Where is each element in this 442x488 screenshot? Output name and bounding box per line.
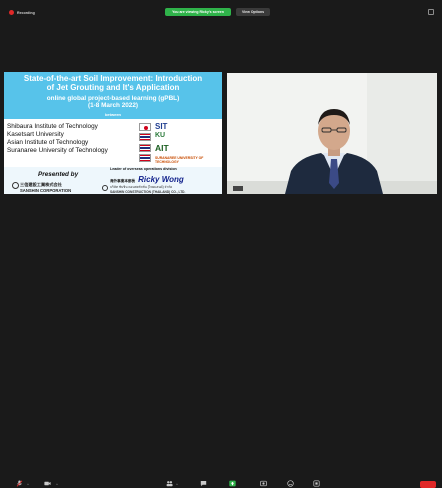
leader-title: Leader of overseas operations division — [110, 167, 177, 171]
participants-caret-icon[interactable]: ^ — [176, 482, 178, 487]
chat-icon[interactable] — [200, 480, 207, 487]
slide-subtitle-line-1: online global project-based learning (gP… — [46, 95, 180, 102]
recording-label: Recording — [17, 10, 35, 15]
thailand-flag-icon — [139, 133, 151, 141]
presenter-silhouette — [285, 109, 383, 194]
slide-subtitle: online global project-based learning (gP… — [4, 95, 222, 109]
sanshin-thailand-logo-icon — [102, 185, 108, 191]
reactions-icon[interactable] — [287, 480, 294, 487]
university-kasetsart: Kasetsart University — [7, 131, 64, 138]
microphone-icon[interactable] — [16, 480, 23, 487]
video-name-tag-icon — [233, 186, 243, 191]
record-dot-icon — [9, 10, 14, 15]
share-screen-icon[interactable] — [229, 480, 236, 487]
ait-logo: AIT — [155, 143, 169, 153]
fullscreen-icon[interactable] — [428, 9, 434, 15]
viewing-screen-banner: You are viewing Ricky's screen — [165, 8, 231, 16]
sut-logo: SURANAREE UNIVERSITY OF TECHNOLOGY — [155, 156, 204, 164]
presented-by-label: Presented by — [38, 171, 79, 178]
japan-flag-icon — [139, 123, 151, 131]
university-shibaura: Shibaura Institute of Technology — [7, 123, 98, 130]
shared-slide: State-of-the-art Soil Improvement: Intro… — [4, 72, 222, 194]
between-label: between — [104, 112, 121, 117]
apps-icon[interactable] — [313, 480, 320, 487]
leader-title-kanji: 海外事業本部長 — [110, 179, 136, 183]
sanshin-thailand-name: SANSHIN CONSTRUCTION (THAILAND) CO., LTD… — [110, 189, 186, 194]
slide-title-line-2: of Jet Grouting and It's Application — [46, 82, 180, 92]
thailand-flag-icon — [139, 154, 151, 162]
video-options-caret-icon[interactable]: ^ — [56, 482, 58, 487]
participant-video[interactable] — [227, 73, 437, 194]
presenter-name-row: 海外事業本部長 Ricky Wong — [110, 175, 184, 184]
slide-subtitle-line-2: (1-8 March 2022) — [87, 102, 139, 109]
record-icon[interactable] — [260, 480, 267, 487]
video-camera-icon[interactable] — [44, 480, 51, 487]
ku-logo: KU — [155, 132, 166, 139]
sanshin-logo-icon — [12, 182, 19, 189]
slide-title: State-of-the-art Soil Improvement: Intro… — [4, 74, 222, 92]
presenter-name: Ricky Wong — [138, 175, 184, 184]
recording-indicator[interactable]: Recording — [9, 10, 35, 15]
participants-icon[interactable] — [166, 480, 173, 487]
thailand-flag-icon — [139, 144, 151, 152]
end-meeting-button[interactable] — [420, 481, 436, 488]
meeting-top-bar: Recording You are viewing Ricky's screen… — [0, 0, 442, 24]
university-suranaree: Suranaree University of Technology — [7, 147, 108, 154]
company-name-english: SANSHIN CORPORATION — [20, 188, 72, 193]
meeting-toolbar: ^ ^ ^ — [0, 238, 442, 488]
view-options-button[interactable]: View Options — [236, 8, 270, 16]
audio-options-caret-icon[interactable]: ^ — [27, 482, 29, 487]
sit-logo: SIT — [155, 122, 168, 131]
university-ait: Asian Institute of Technology — [7, 139, 89, 146]
